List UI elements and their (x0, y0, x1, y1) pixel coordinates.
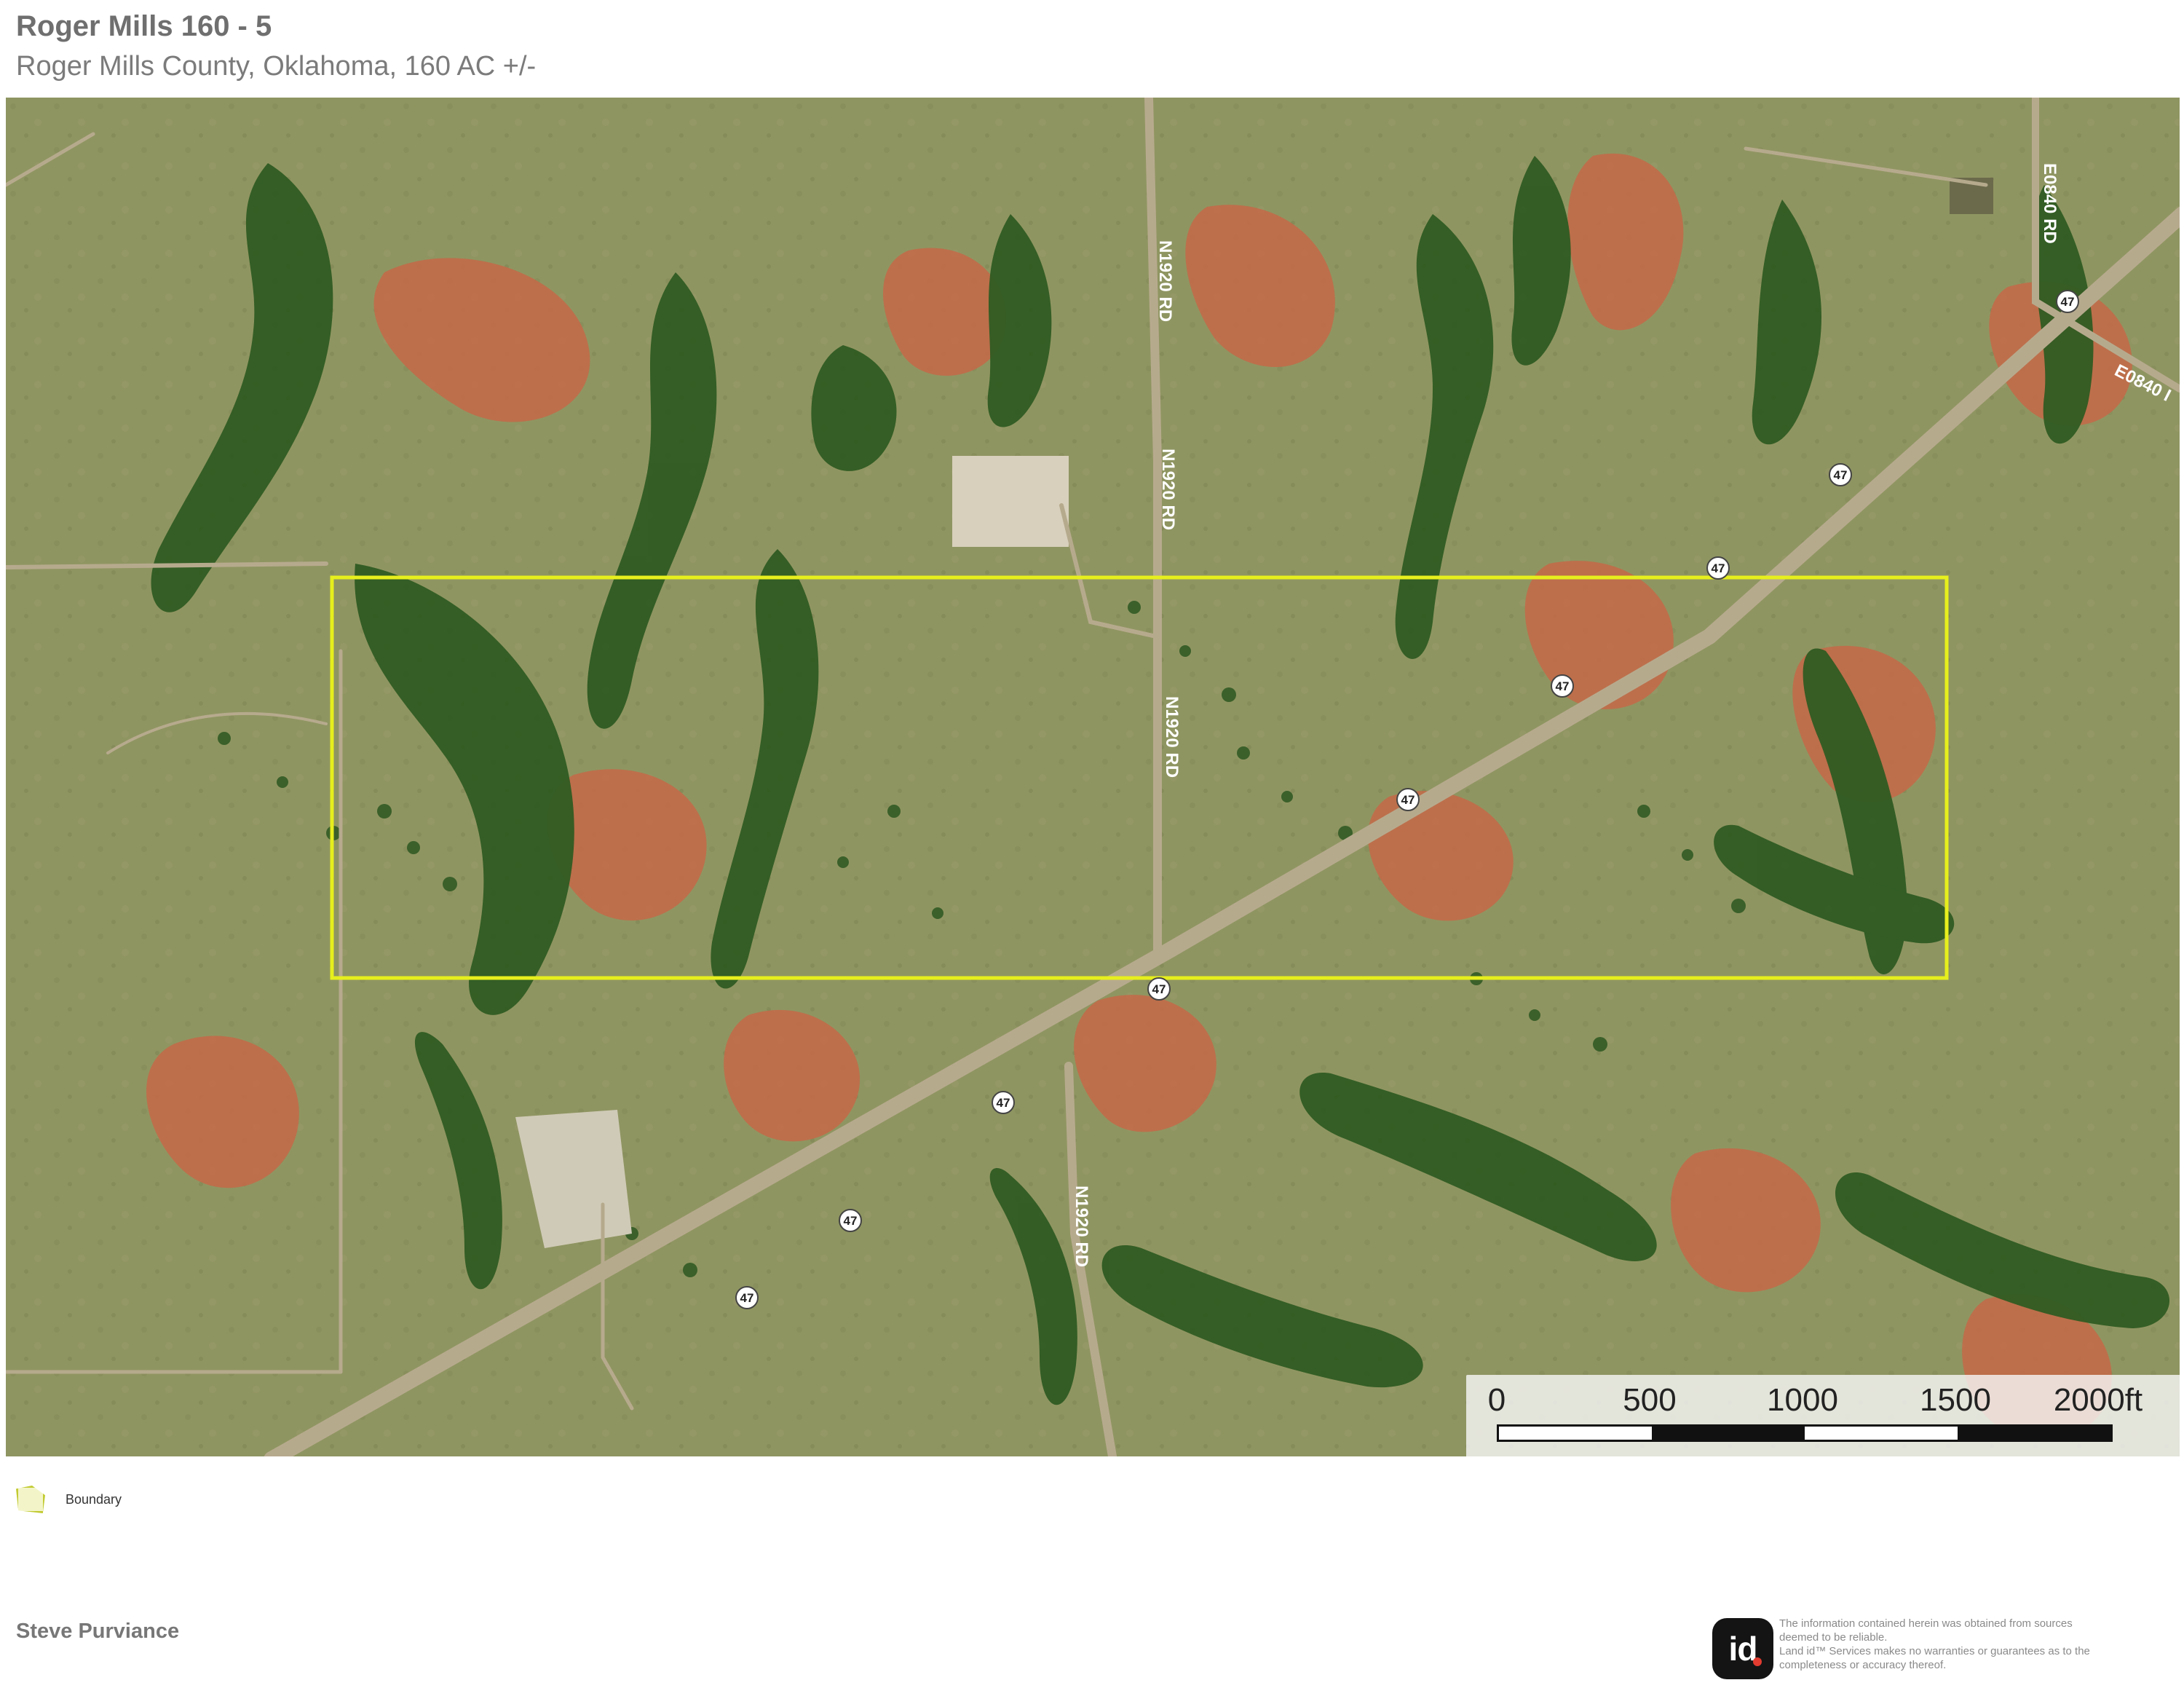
scale-segment (1958, 1427, 2110, 1440)
scale-segment (1499, 1427, 1652, 1440)
map-title: Roger Mills 160 - 5 (16, 10, 272, 42)
scale-label-1500: 1500 (1920, 1382, 1991, 1418)
route-47-shield: 47 (1829, 463, 1852, 486)
boundary-icon (16, 1486, 45, 1513)
route-47-shield: 47 (1706, 556, 1730, 580)
svg-text:47: 47 (997, 1096, 1010, 1110)
svg-text:47: 47 (1712, 561, 1725, 575)
logo-dot-icon (1753, 1657, 1762, 1666)
map-canvas: N1920 RD N1920 RD N1920 RD N1920 RD E084… (6, 98, 2180, 1456)
road-label-e0840-vertical: E0840 RD (2040, 163, 2060, 244)
road-label-n1920-bottom: N1920 RD (1072, 1186, 1091, 1267)
route-47-shield: 47 (839, 1209, 862, 1232)
svg-text:47: 47 (2061, 295, 2075, 309)
legend-boundary-label: Boundary (66, 1491, 122, 1507)
svg-text:47: 47 (844, 1214, 858, 1228)
scale-label-1000: 1000 (1767, 1382, 1838, 1418)
scale-label-0: 0 (1487, 1382, 1506, 1418)
agent-name: Steve Purviance (16, 1620, 180, 1643)
road-label-n1920-middle: N1920 RD (1158, 449, 1178, 530)
well-pad-north (952, 456, 1069, 547)
route-47-shield: 47 (735, 1286, 759, 1309)
route-47-shield: 47 (1551, 674, 1574, 698)
route-47-shield: 47 (2056, 290, 2079, 313)
svg-text:47: 47 (1152, 982, 1166, 996)
disclaimer-line: deemed to be reliable. (1779, 1631, 1888, 1644)
svg-text:47: 47 (1834, 468, 1848, 482)
route-47-shield: 47 (1396, 788, 1420, 811)
scale-track (1497, 1424, 2113, 1442)
route-47-shield: 47 (992, 1091, 1015, 1114)
svg-text:47: 47 (1401, 793, 1415, 807)
scale-label-2000ft: 2000ft (2053, 1382, 2143, 1418)
disclaimer: The information contained herein was obt… (1779, 1617, 2181, 1672)
route-47-shield: 47 (1147, 977, 1171, 1001)
satellite-map[interactable]: N1920 RD N1920 RD N1920 RD N1920 RD E084… (6, 98, 2180, 1456)
scale-segment (1652, 1427, 1805, 1440)
scale-bar: 0 500 1000 1500 2000ft (1466, 1375, 2180, 1456)
scale-segment (1805, 1427, 1958, 1440)
svg-text:47: 47 (1556, 679, 1570, 693)
disclaimer-line: completeness or accuracy thereof. (1779, 1659, 1947, 1671)
disclaimer-line: The information contained herein was obt… (1779, 1617, 2073, 1630)
road-label-n1920-top: N1920 RD (1155, 240, 1175, 322)
map-subtitle: Roger Mills County, Oklahoma, 160 AC +/- (16, 51, 537, 82)
legend: Boundary (16, 1486, 122, 1513)
svg-text:47: 47 (740, 1291, 754, 1305)
scale-label-500: 500 (1623, 1382, 1677, 1418)
disclaimer-line: Land id™ Services makes no warranties or… (1779, 1645, 2090, 1657)
land-id-logo: id (1712, 1618, 1773, 1679)
road-label-n1920-lower: N1920 RD (1162, 696, 1182, 778)
